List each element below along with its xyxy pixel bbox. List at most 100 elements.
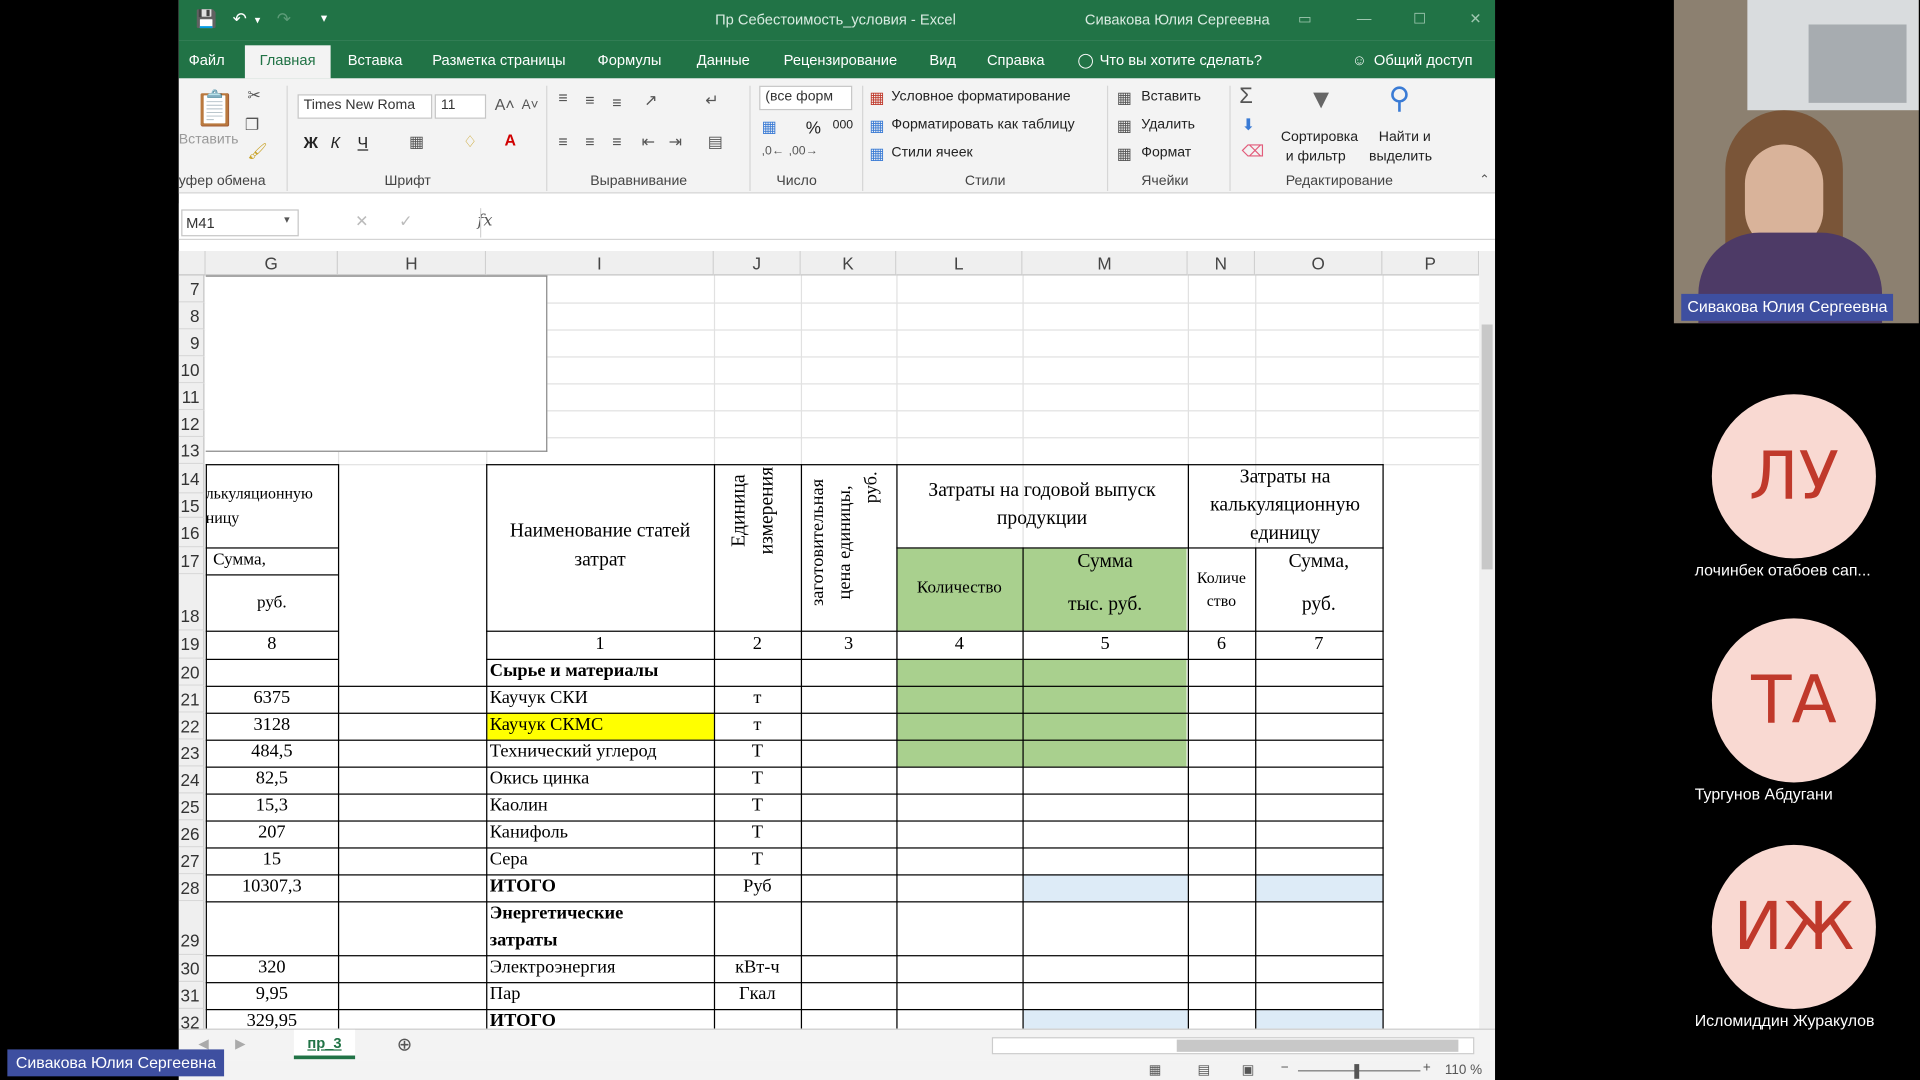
row-header[interactable]: 17 <box>178 547 205 575</box>
sort-label-1[interactable]: Сортировка <box>1281 130 1358 145</box>
tab-data[interactable]: Данные <box>697 51 750 68</box>
share-button[interactable]: Общий доступ <box>1374 51 1473 68</box>
copy-icon[interactable]: ❐ <box>245 115 259 135</box>
cell-no-header[interactable]: калькуляционную <box>1188 495 1383 517</box>
font-size-select[interactable]: 11 <box>434 94 487 119</box>
cell-g-header[interactable]: ницу <box>206 508 338 528</box>
cell-cost-item[interactable]: Технический углерод <box>490 742 713 763</box>
row-header[interactable]: 24 <box>178 766 205 794</box>
cell-unit[interactable]: Т <box>714 769 801 790</box>
cell-index[interactable]: 5 <box>1022 634 1187 655</box>
cell-unit[interactable]: т <box>714 688 801 709</box>
page-break-view-icon[interactable]: ▣ <box>1242 1062 1255 1078</box>
increase-decimal-icon[interactable]: ,0← <box>762 144 784 157</box>
cell-cost-item[interactable]: затраты <box>490 931 713 952</box>
cell-index[interactable]: 6 <box>1188 634 1255 655</box>
align-middle-icon[interactable]: ≡ <box>585 91 594 109</box>
wrap-text-icon[interactable]: ↵ <box>705 91 718 111</box>
row-header[interactable]: 30 <box>178 955 205 983</box>
cell-lm-header[interactable]: продукции <box>896 508 1187 530</box>
formula-input[interactable] <box>480 208 1494 238</box>
align-right-icon[interactable]: ≡ <box>612 132 621 150</box>
cell-g-value[interactable]: 320 <box>206 958 338 979</box>
row-header[interactable]: 7 <box>178 275 205 303</box>
cell-i-header[interactable]: Наименование статей <box>486 520 714 542</box>
column-header[interactable]: J <box>713 251 801 276</box>
tab-help[interactable]: Справка <box>987 51 1045 68</box>
cell-unit[interactable]: Гкал <box>714 984 801 1005</box>
column-header[interactable]: M <box>1022 251 1188 276</box>
merge-center-icon[interactable]: ▤ <box>708 132 723 152</box>
thousands-button[interactable]: 000 <box>833 119 853 132</box>
collapse-ribbon-icon[interactable]: ⌃ <box>1479 174 1489 187</box>
row-header[interactable]: 23 <box>178 739 205 767</box>
cell-g-value[interactable]: 82,5 <box>206 769 338 790</box>
row-header[interactable]: 11 <box>178 383 205 411</box>
row-header[interactable]: 22 <box>178 712 205 740</box>
add-sheet-icon[interactable]: ⊕ <box>397 1033 412 1056</box>
maximize-icon[interactable]: ☐ <box>1413 10 1426 27</box>
column-header[interactable]: O <box>1255 251 1383 276</box>
sheet-tab[interactable]: пр_3 <box>293 1029 356 1060</box>
cell-g-header[interactable]: лькуляционную <box>206 484 338 504</box>
cell-cost-item[interactable]: ИТОГО <box>490 1011 713 1028</box>
cell-index[interactable]: 4 <box>896 634 1022 655</box>
row-header[interactable]: 8 <box>178 302 205 330</box>
row-header[interactable]: 15 <box>178 493 205 518</box>
percent-button[interactable]: % <box>806 118 821 138</box>
cell-j-header[interactable]: измерения <box>757 425 779 596</box>
delete-cells-button[interactable]: Удалить <box>1141 118 1195 133</box>
cell-g-value[interactable]: 10307,3 <box>206 877 338 898</box>
select-all-corner[interactable] <box>178 251 206 276</box>
find-select-icon[interactable]: ⚲ <box>1389 81 1411 117</box>
column-header[interactable]: K <box>800 251 897 276</box>
tab-home[interactable]: Главная <box>244 45 331 79</box>
horizontal-scroll-thumb[interactable] <box>1176 1039 1459 1052</box>
normal-view-icon[interactable]: ▦ <box>1149 1062 1162 1078</box>
conditional-formatting-button[interactable]: Условное форматирование <box>891 89 1070 104</box>
cell-index[interactable]: 2 <box>714 634 801 655</box>
cell-g-value[interactable]: 15,3 <box>206 796 338 817</box>
cell-k-header[interactable]: заготовительная <box>808 459 829 626</box>
align-bottom-icon[interactable]: ≡ <box>612 93 621 111</box>
format-painter-icon[interactable]: 🖌 <box>247 142 267 162</box>
name-box-dropdown-icon[interactable]: ▾ <box>284 213 290 226</box>
row-header[interactable]: 26 <box>178 820 205 848</box>
format-as-table-button[interactable]: Форматировать как таблицу <box>891 118 1074 133</box>
cell-l-qty[interactable]: Количество <box>896 579 1022 599</box>
increase-indent-icon[interactable]: ⇥ <box>669 132 682 152</box>
zoom-in-icon[interactable]: + <box>1423 1060 1431 1075</box>
currency-icon[interactable]: ▦ <box>762 118 777 138</box>
cell-n-qty[interactable]: ство <box>1188 591 1255 611</box>
row-header[interactable]: 20 <box>178 658 205 686</box>
confirm-entry-icon[interactable]: ✓ <box>399 212 412 232</box>
cut-icon[interactable]: ✂ <box>247 86 260 106</box>
row-header[interactable]: 10 <box>178 356 205 384</box>
cell-k-header[interactable]: цена единицы, <box>835 459 856 626</box>
find-label-1[interactable]: Найти и <box>1379 130 1431 145</box>
cell-cost-item[interactable]: Каолин <box>490 796 713 817</box>
cell-o-sum[interactable]: Сумма, <box>1255 551 1382 573</box>
paste-label[interactable]: Вставить <box>179 132 239 147</box>
row-header[interactable]: 28 <box>178 874 205 902</box>
row-header[interactable]: 21 <box>178 685 205 713</box>
row-header[interactable]: 31 <box>178 982 205 1009</box>
column-header[interactable]: P <box>1382 251 1480 276</box>
fill-icon[interactable]: ⬇ <box>1242 115 1255 135</box>
column-header[interactable]: I <box>486 251 714 276</box>
page-layout-view-icon[interactable]: ▤ <box>1198 1062 1211 1078</box>
minimize-icon[interactable]: — <box>1357 10 1372 27</box>
close-icon[interactable]: ✕ <box>1469 10 1481 27</box>
cell-index[interactable]: 8 <box>206 634 338 655</box>
font-name-select[interactable]: Times New Roma <box>297 94 433 119</box>
cell-no-header[interactable]: единицу <box>1188 523 1383 545</box>
zoom-out-icon[interactable]: − <box>1281 1060 1289 1075</box>
redo-icon[interactable]: ↷ <box>277 9 291 30</box>
cell-g-value[interactable]: 6375 <box>206 688 338 709</box>
row-header[interactable]: 25 <box>178 793 205 821</box>
italic-button[interactable]: К <box>331 133 340 151</box>
row-header[interactable]: 27 <box>178 847 205 875</box>
participant-avatar[interactable]: ЛУ <box>1711 394 1876 559</box>
fill-color-icon[interactable]: ♢ <box>463 132 477 152</box>
cell-unit[interactable]: т <box>714 715 801 736</box>
